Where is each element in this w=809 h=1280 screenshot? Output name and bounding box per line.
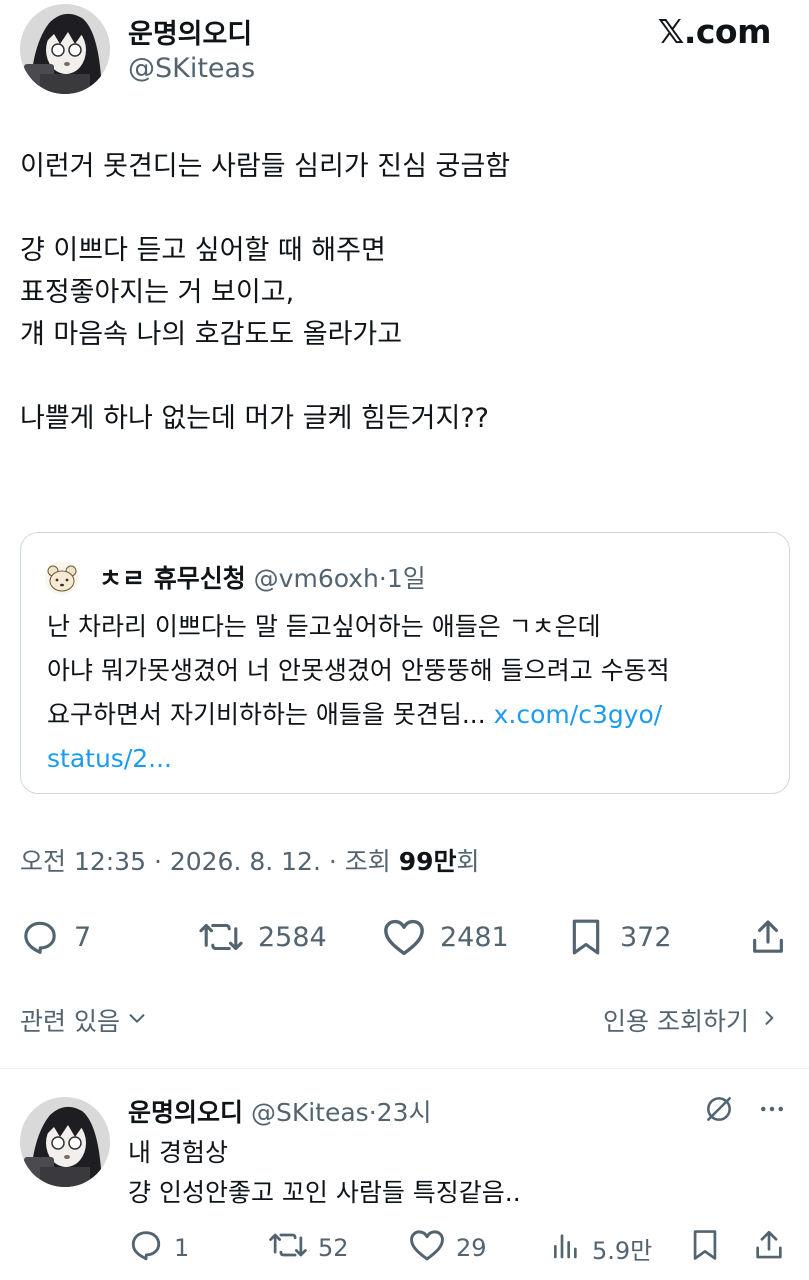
quoted-line: 난 차라리 이쁘다는 말 듣고싶어하는 애들은 ㄱㅊ은데 — [47, 612, 601, 641]
reply-icon — [20, 917, 60, 957]
bookmark-icon — [566, 917, 606, 957]
reply-view-count: 5.9만 — [592, 1236, 653, 1265]
reply-header: 운명의오디 @SKiteas·23시 — [128, 1093, 431, 1129]
tweet-text: 이런거 못견디는 사람들 심리가 진심 궁금함 걍 이쁘다 듣고 싶어할 때 해… — [20, 146, 790, 440]
reply-line: 내 경험상 — [128, 1138, 228, 1167]
tweet-line: 표정좋아지는 거 보이고, — [20, 277, 295, 308]
quoted-tweet-text: 난 차라리 이쁘다는 말 듣고싶어하는 애들은 ㄱㅊ은데 아냐 뭐가못생겼어 너… — [47, 605, 777, 781]
reply-author-avatar[interactable] — [20, 1097, 110, 1187]
retweet-button[interactable]: 2584 — [198, 912, 327, 962]
reply-reply-button[interactable]: 1 — [128, 1226, 189, 1270]
view-count: 99만 — [398, 847, 457, 876]
tweet-line: 이런거 못견디는 사람들 심리가 진심 궁금함 — [20, 151, 511, 182]
share-icon — [748, 917, 788, 957]
reply-reply-count: 1 — [174, 1234, 190, 1262]
reply-top-icons — [703, 1093, 787, 1129]
chevron-down-icon — [126, 1006, 148, 1035]
reply-line: 걍 인성안좋고 꼬인 사람들 특징같음.. — [128, 1178, 521, 1207]
tweet-timestamp[interactable]: 오전 12:35 · 2026. 8. 12. · 조회 — [20, 847, 399, 876]
author-display-name[interactable]: 운명의오디 — [128, 12, 252, 51]
quoted-tweet-card[interactable]: ㅊㄹ 휴무신청 @vm6oxh·1일 난 차라리 이쁘다는 말 듣고싶어하는 애… — [20, 532, 790, 794]
reply-text: 내 경험상 걍 인성안좋고 꼬인 사람들 특징같음.. — [128, 1133, 521, 1213]
retweet-icon — [268, 1227, 308, 1269]
retweet-icon — [198, 917, 244, 957]
more-options-icon[interactable] — [757, 1094, 787, 1128]
reply-button[interactable]: 7 — [20, 912, 91, 962]
related-label: 관련 있음 — [20, 1007, 120, 1036]
reply-retweet-count: 52 — [318, 1234, 349, 1262]
quoted-author-handle[interactable]: @vm6oxh — [254, 564, 379, 593]
tweet-line: 나쁠게 하나 없는데 머가 글케 힘든거지?? — [20, 403, 490, 434]
analytics-icon — [550, 1228, 582, 1268]
bookmark-count: 372 — [620, 921, 672, 953]
tweet-header: 운명의오디 @SKiteas 𝕏.com — [0, 0, 809, 110]
bookmark-icon — [688, 1228, 722, 1268]
tweet-line: 걔 마음속 나의 호감도도 올라가고 — [20, 319, 403, 350]
view-count-suffix: 회 — [456, 847, 480, 876]
reply-bookmark-button[interactable] — [688, 1226, 722, 1270]
quoted-author-avatar[interactable] — [45, 561, 79, 595]
reply-retweet-button[interactable]: 52 — [268, 1226, 349, 1270]
reply-like-button[interactable]: 29 — [408, 1226, 487, 1270]
quoted-tweet-header: ㅊㄹ 휴무신청 @vm6oxh·1일 — [99, 559, 426, 595]
view-quotes-link[interactable]: 인용 조회하기 — [603, 1002, 779, 1038]
reply-like-count: 29 — [456, 1234, 487, 1262]
author-avatar[interactable] — [20, 4, 110, 94]
reply-author-name[interactable]: 운명의오디 — [128, 1098, 243, 1127]
reply-author-handle[interactable]: @SKiteas — [251, 1098, 369, 1127]
tweet-meta: 오전 12:35 · 2026. 8. 12. · 조회 99만회 — [20, 842, 480, 878]
heart-icon — [408, 1228, 446, 1268]
quoted-link-continued[interactable]: status/2... — [47, 737, 777, 781]
grok-icon[interactable] — [703, 1093, 735, 1129]
retweet-count: 2584 — [258, 921, 327, 953]
chevron-right-icon — [759, 1006, 779, 1035]
reply-views-button[interactable]: 5.9만 — [550, 1226, 652, 1270]
like-count: 2481 — [440, 921, 509, 953]
related-filter[interactable]: 관련 있음 — [20, 1002, 148, 1038]
divider — [0, 1068, 809, 1069]
quoted-line: 아냐 뭐가못생겼어 너 안못생겼어 안뚱뚱해 들으려고 수동적 — [47, 656, 670, 685]
quoted-link[interactable]: x.com/c3gyo/ — [494, 700, 663, 729]
share-icon — [752, 1228, 786, 1268]
quoted-tweet-time: ·1일 — [378, 564, 426, 593]
quoted-line: 요구하면서 자기비하하는 애들을 못견딤... — [47, 700, 486, 729]
reply-icon — [128, 1227, 164, 1269]
reply-time: ·23시 — [368, 1098, 432, 1127]
author-handle[interactable]: @SKiteas — [128, 53, 255, 84]
tweet-actions: 7 2584 2481 372 — [0, 912, 809, 962]
quoted-author-name[interactable]: ㅊㄹ 휴무신청 — [99, 564, 246, 593]
share-button[interactable] — [748, 912, 788, 962]
reply-share-button[interactable] — [752, 1226, 786, 1270]
view-quotes-label: 인용 조회하기 — [603, 1007, 749, 1036]
like-button[interactable]: 2481 — [382, 912, 509, 962]
x-logo: 𝕏.com — [657, 12, 772, 51]
reply-count: 7 — [74, 921, 92, 953]
reply-actions: 1 52 29 5.9만 — [0, 1226, 809, 1270]
heart-icon — [382, 917, 426, 957]
bookmark-button[interactable]: 372 — [566, 912, 672, 962]
tweet-line: 걍 이쁘다 듣고 싶어할 때 해주면 — [20, 235, 386, 266]
